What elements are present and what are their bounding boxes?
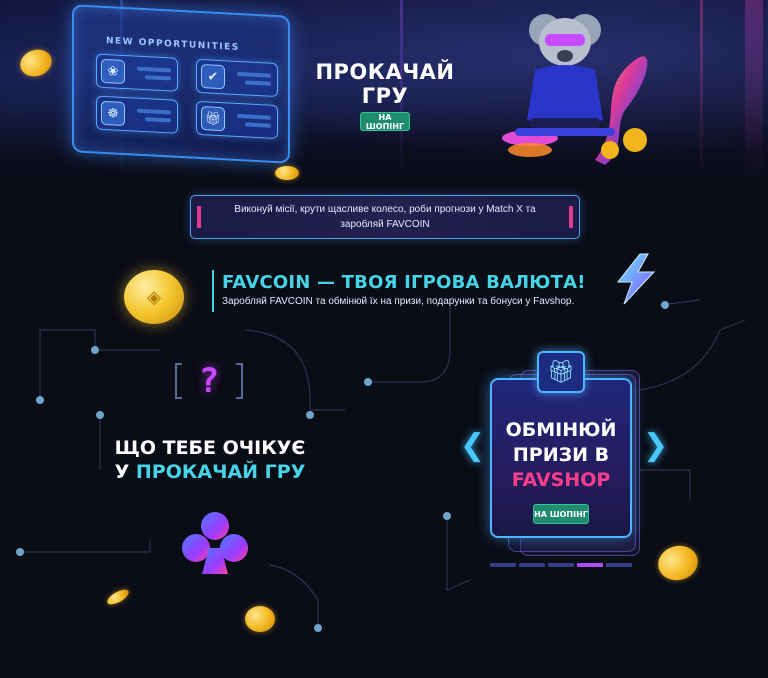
opportunity-tile-gifts: 🎁︎ [196, 100, 278, 140]
gift-icon: 🎁︎ [201, 106, 225, 132]
carousel-pager-dot[interactable] [577, 563, 603, 567]
what-awaits-line2-highlight: ПРОКАЧАЙ ГРУ [135, 461, 306, 483]
page: NEW OPPORTUNITIES ❀ ✔ ☸ 🎁︎ ПРОКАЧАЙ ГРУ … [0, 0, 768, 678]
favshop-card-title: ОБМІНЮЙ ПРИЗИ В FAVSHOP [490, 418, 632, 493]
hero-title: ПРОКАЧАЙ ГРУ [315, 60, 455, 108]
favcoin-subtitle: Заробляй FAVCOIN та обмінюй їх на призи,… [222, 296, 575, 307]
what-awaits-title: ЩО ТЕБЕ ОЧІКУЄ У ПРОКАЧАЙ ГРУ [100, 436, 320, 484]
favshop-shop-button[interactable]: НА ШОПІНГ [533, 504, 589, 524]
opportunities-panel: NEW OPPORTUNITIES ❀ ✔ ☸ 🎁︎ [72, 4, 290, 164]
favshop-card-line2: ПРИЗИ В [512, 444, 610, 466]
lightning-bolt-icon [616, 253, 656, 305]
checkmark-icon: ✔ [201, 64, 225, 90]
coin-icon [105, 586, 131, 608]
favcoin-title: FAVCOIN — ТВОЯ ІГРОВА ВАЛЮТА! [222, 272, 586, 293]
carousel-pager [490, 563, 632, 567]
coin-icon [275, 166, 299, 180]
carousel-pager-dot[interactable] [548, 563, 574, 567]
favcoin-accent-line [212, 270, 214, 312]
coin-icon [654, 541, 702, 585]
opportunity-tile-wheel: ☸ [96, 95, 178, 134]
what-awaits-line2-prefix: У [114, 461, 136, 483]
info-strip-text: Виконуй місії, крути щасливе колесо, роб… [234, 204, 536, 230]
coin-icon [245, 606, 275, 632]
carousel-pager-dot[interactable] [519, 563, 545, 567]
koala-skateboard-illustration [502, 14, 648, 165]
gift-icon: 🎁︎ [537, 351, 585, 393]
club-suit-icon [182, 512, 248, 574]
favshop-card-line1: ОБМІНЮЙ [505, 419, 617, 441]
hero-banner: NEW OPPORTUNITIES ❀ ✔ ☸ 🎁︎ ПРОКАЧАЙ ГРУ … [0, 0, 768, 185]
leaf-badge-icon: ❀ [101, 58, 125, 85]
opportunity-tile-missions: ❀ [96, 53, 178, 92]
favcoin-coin-icon: ◈ [124, 270, 184, 324]
what-awaits-line1: ЩО ТЕБЕ ОЧІКУЄ [114, 437, 306, 459]
coin-icon [16, 45, 56, 81]
wheel-icon: ☸ [101, 100, 125, 127]
hero-shop-button[interactable]: НА ШОПІНГ [360, 112, 410, 131]
carousel-pager-dot[interactable] [606, 563, 632, 567]
opportunity-tile-predictions: ✔ [196, 58, 278, 98]
carousel-next-arrow-icon[interactable]: ❯ [643, 428, 668, 463]
question-mark-icon: ? [174, 360, 244, 402]
opportunities-panel-title: NEW OPPORTUNITIES [106, 36, 240, 54]
carousel-pager-dot[interactable] [490, 563, 516, 567]
favshop-card-line3: FAVSHOP [511, 469, 611, 491]
carousel-prev-arrow-icon[interactable]: ❮ [460, 428, 485, 463]
info-strip: Виконуй місії, крути щасливе колесо, роб… [190, 195, 580, 239]
